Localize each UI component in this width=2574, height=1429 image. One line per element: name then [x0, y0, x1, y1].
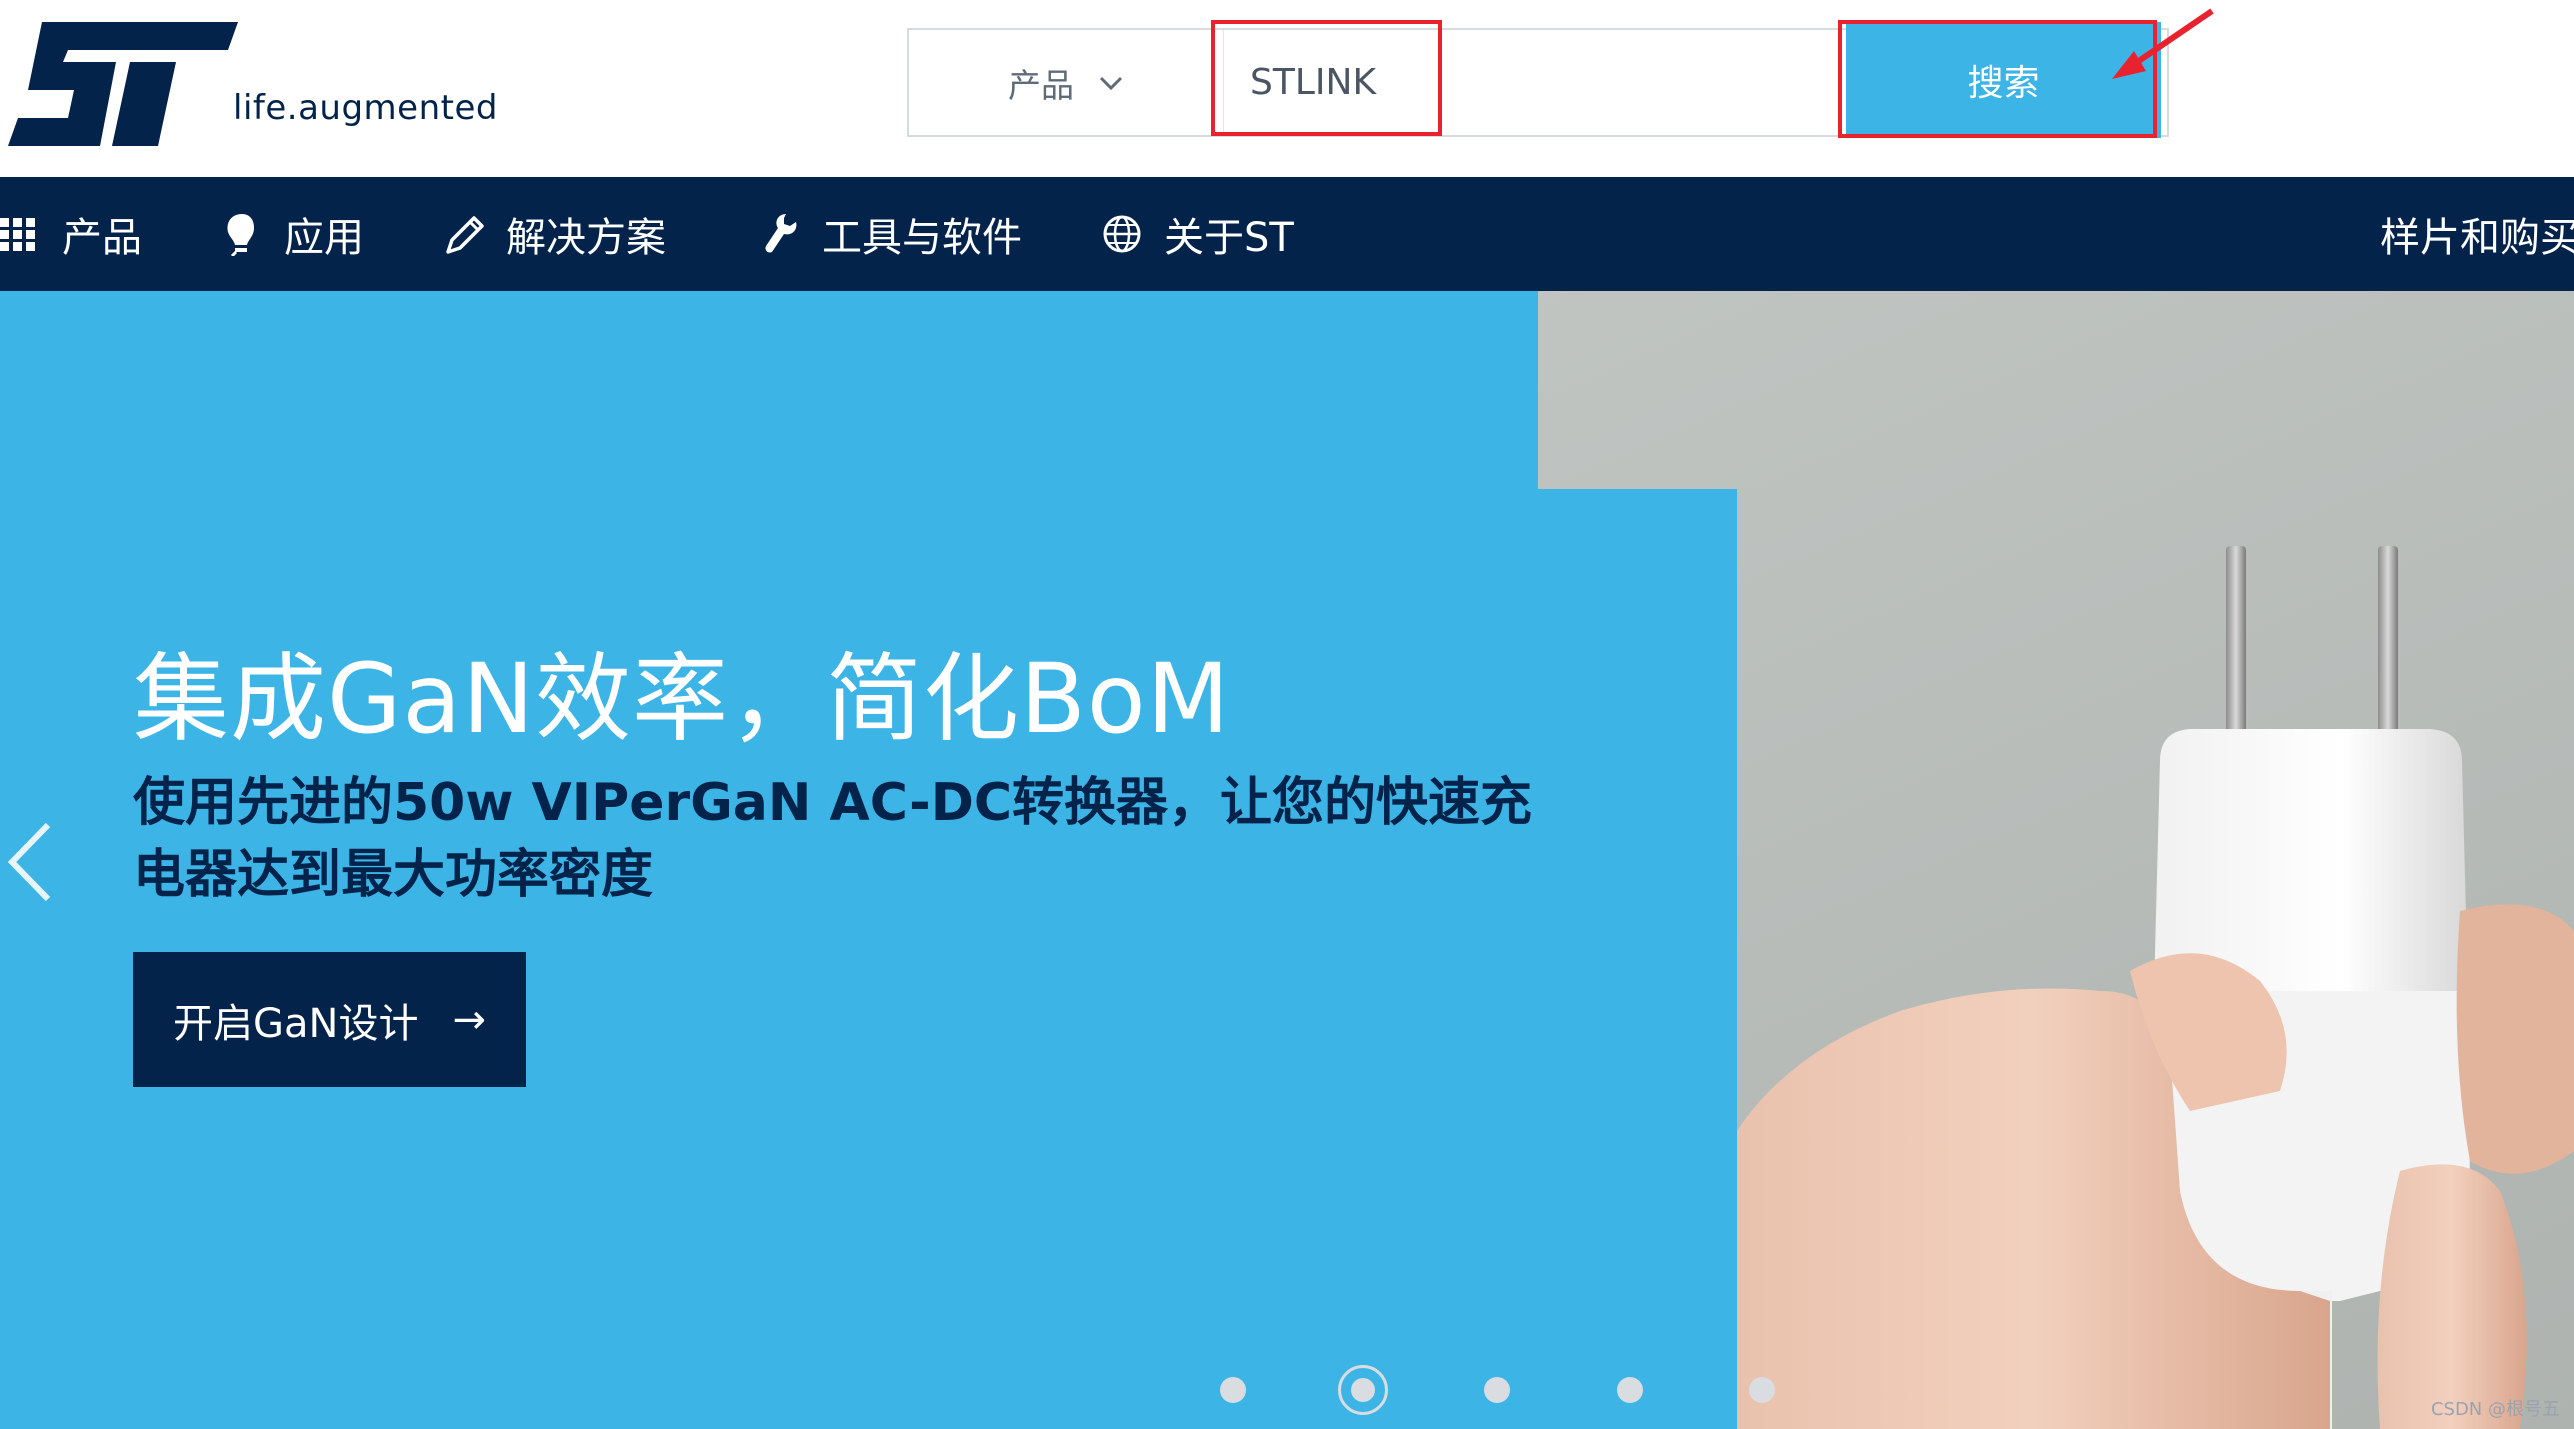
nav-samples-buy[interactable]: 样片和购买 [2380, 177, 2574, 291]
nav-label-solutions: 解决方案 [506, 215, 666, 261]
nav-label-about: 关于ST [1164, 215, 1294, 261]
carousel-prev-icon[interactable] [4, 821, 54, 903]
category-label: 产品 [1008, 65, 1074, 105]
carousel-dot-4[interactable] [1617, 1377, 1643, 1403]
category-dropdown[interactable]: 产品 [909, 30, 1224, 135]
search-button[interactable]: 搜索 [1846, 22, 2161, 138]
carousel-dot-2-active[interactable] [1338, 1365, 1388, 1415]
main-nav: 产品 应用 解决方案 工具与软件 关于ST 样片和购买 [0, 177, 2574, 291]
nav-label-applications: 应用 [284, 215, 364, 261]
nav-item-applications[interactable]: 应用 [222, 177, 364, 291]
carousel-dot-5[interactable] [1749, 1377, 1775, 1403]
bulb-icon [227, 214, 254, 256]
hero-panel-top [0, 291, 1538, 489]
arrow-right-icon: → [452, 996, 486, 1043]
chevron-down-icon [1099, 76, 1123, 90]
globe-icon [1103, 215, 1141, 253]
tagline: life.augmented [233, 88, 498, 128]
hero-title: 集成GaN效率，简化BoM [133, 643, 1231, 755]
page: life.augmented 产品 搜索 [0, 0, 2574, 1429]
wrench-icon [765, 214, 797, 253]
nav-item-about[interactable]: 关于ST [1102, 177, 1294, 291]
nav-label-tools-software: 工具与软件 [822, 215, 1022, 261]
nav-item-solutions[interactable]: 解决方案 [444, 177, 666, 291]
st-logo[interactable] [8, 22, 238, 146]
nav-item-products[interactable]: 产品 [0, 177, 142, 291]
header: life.augmented 产品 搜索 [0, 0, 2574, 177]
nav-item-tools-software[interactable]: 工具与软件 [760, 177, 1022, 291]
hero-carousel: 集成GaN效率，简化BoM 使用先进的50w VIPerGaN AC-DC转换器… [0, 291, 2574, 1429]
carousel-dot-1[interactable] [1220, 1377, 1246, 1403]
cta-gan-design-button[interactable]: 开启GaN设计 → [133, 952, 526, 1087]
nav-label-products: 产品 [62, 215, 142, 261]
carousel-dot-3[interactable] [1484, 1377, 1510, 1403]
hero-subtitle: 使用先进的50w VIPerGaN AC-DC转换器，让您的快速充电器达到最大功… [133, 773, 1533, 905]
search-input[interactable] [1224, 30, 1839, 135]
cta-label: 开启GaN设计 [173, 1000, 419, 1047]
pencil-icon [446, 216, 484, 254]
csdn-watermark: CSDN @根号五 [2430, 1399, 2560, 1420]
grid-icon [0, 218, 35, 251]
